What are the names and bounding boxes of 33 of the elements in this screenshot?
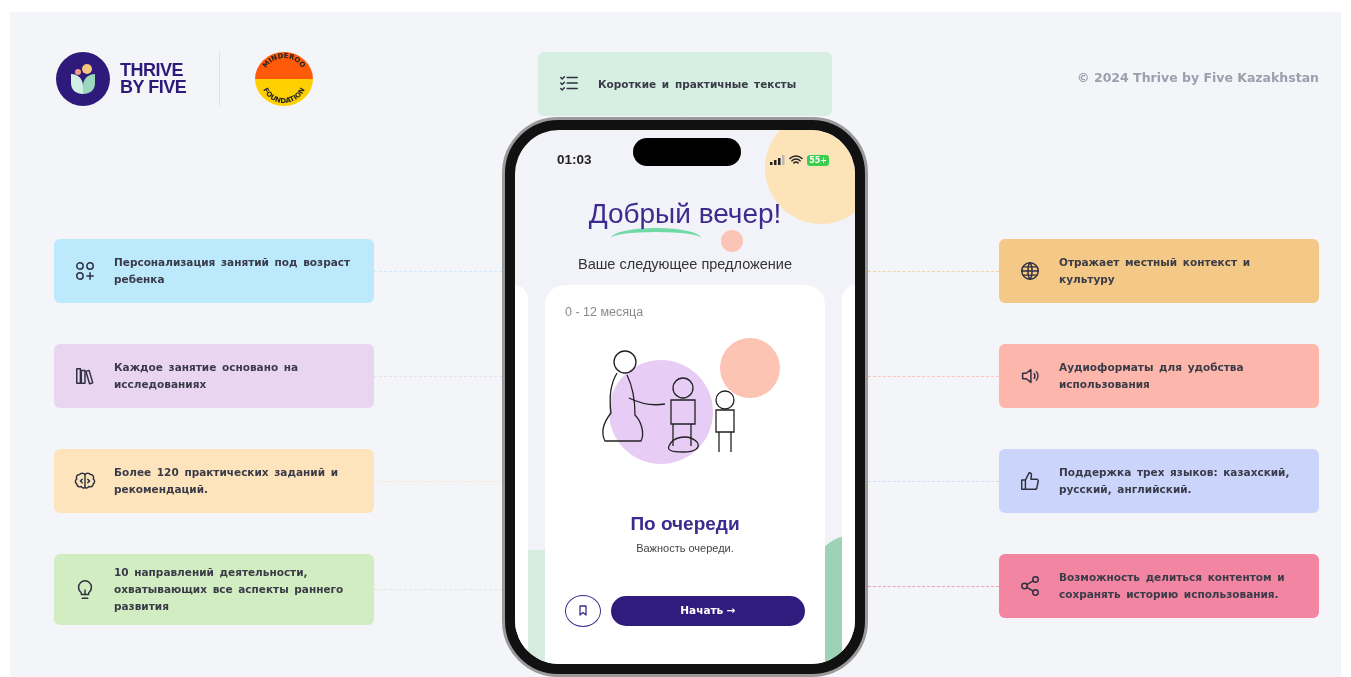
brain-icon [74, 470, 96, 492]
globe-icon [1019, 260, 1041, 282]
battery-indicator: 55+ [807, 154, 829, 166]
brand-name: BY FIVE [120, 78, 187, 96]
share-icon [1019, 575, 1041, 597]
feature-text: Аудиоформаты для удобства использования [1059, 360, 1245, 392]
feature-text: Отражает местный контекст и культуру [1059, 255, 1252, 287]
feature-text: Поддержка трех языков: казахский, русский, английский. [1059, 465, 1291, 497]
feature-text: Более 120 практических заданий и рекомендаций. [114, 465, 339, 497]
feature-text: Возможность делиться контентом и сохранять историю использования. [1059, 570, 1286, 602]
feature-text: Короткие и практичные тексты [598, 76, 797, 92]
activity-title: По очереди [629, 511, 741, 536]
circle-emblem-drawing [255, 51, 314, 106]
feature-text: Персонализация занятий под возраст ребенка [114, 255, 352, 287]
shapes-plus-icon [74, 260, 96, 282]
circle-decoration [721, 230, 743, 252]
brand-name: THRIVE [120, 61, 184, 79]
age-range-text: 0 - 12 месяца [565, 303, 645, 321]
start-button[interactable]: Начать → [611, 595, 805, 626]
bookmark-icon [578, 605, 588, 616]
greeting-text: Добрый вечер! [588, 200, 782, 228]
copyright-text: © 2024 Thrive by Five Kazakhstan [1077, 69, 1319, 88]
feature-text: Каждое занятие основано на исследованиях [114, 360, 300, 392]
signal-icon [770, 155, 786, 165]
tulip-logo-icon [54, 51, 112, 106]
wifi-icon [789, 155, 804, 165]
feature-text: 10 направлений деятельности, охватывающих все аспекты раннего развития [114, 565, 345, 614]
status-time: 01:03 [557, 150, 592, 169]
activity-description: Важность очереди. [635, 541, 735, 556]
books-icon [74, 365, 96, 387]
subtitle-text: Ваше следующее предложение [577, 255, 793, 274]
thumbs-up-icon [1019, 470, 1041, 492]
bookmark-button[interactable] [565, 594, 601, 627]
